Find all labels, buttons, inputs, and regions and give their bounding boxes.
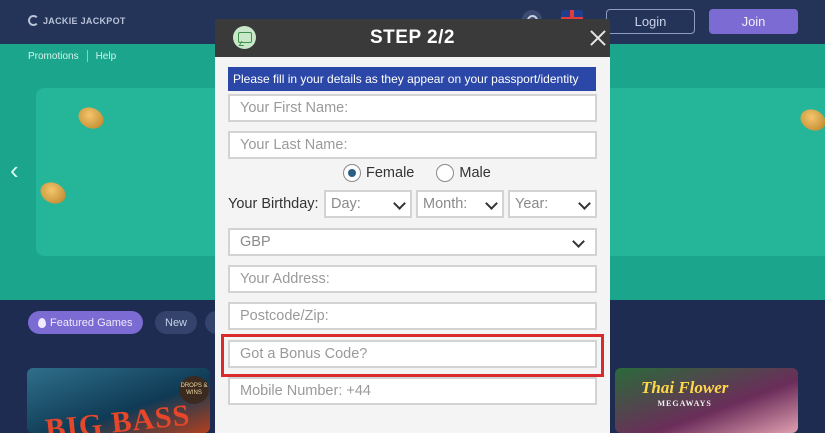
last-name-input[interactable] [228,131,597,159]
subnav-divider [86,50,88,62]
sub-navigation: Promotions Help [28,50,116,62]
game-title-big-bass: BIG BASS [43,398,192,433]
bonus-code-input[interactable] [228,340,597,368]
female-radio[interactable] [343,164,361,182]
female-label[interactable]: Female [366,165,414,181]
male-label[interactable]: Male [459,165,490,181]
male-radio[interactable] [436,164,455,182]
logo-icon [28,15,39,26]
site-logo[interactable]: JACKIE JACKPOT [28,15,126,26]
game-title-thai-flower: Thai Flower MEGAWAYS [641,378,729,412]
birthday-label: Your Birthday: [228,196,319,212]
game-tile-thai-flower[interactable]: Thai Flower MEGAWAYS [615,368,798,433]
chevron-down-icon [393,197,406,210]
day-value: Day: [331,196,361,212]
birthday-month-select[interactable]: Month: [416,190,504,218]
carousel-prev-icon[interactable]: ‹ [10,155,19,186]
gender-selector: Female Male [343,163,513,183]
currency-value: GBP [240,234,271,250]
chevron-down-icon [485,197,498,210]
info-banner: Please fill in your details as they appe… [228,67,596,91]
featured-games-label: Featured Games [50,316,133,329]
chevron-down-icon [578,197,591,210]
megaways-label: MEGAWAYS [657,399,712,408]
thai-flower-title: Thai Flower [641,378,729,397]
subnav-promotions[interactable]: Promotions [28,51,79,62]
birthday-day-select[interactable]: Day: [324,190,412,218]
flame-icon [38,317,46,328]
first-name-input[interactable] [228,94,597,122]
address-input[interactable] [228,265,597,293]
subnav-help[interactable]: Help [96,51,117,62]
birthday-year-select[interactable]: Year: [508,190,597,218]
login-button[interactable]: Login [606,9,695,34]
chevron-down-icon [572,235,585,248]
currency-select[interactable]: GBP [228,228,597,256]
year-value: Year: [515,196,549,212]
close-icon[interactable] [587,27,609,49]
logo-text: JACKIE JACKPOT [43,15,126,26]
registration-modal: STEP 2/2 Please fill in your details as … [215,19,610,433]
month-value: Month: [423,196,468,212]
postcode-input[interactable] [228,302,597,330]
new-games-chip[interactable]: New [155,311,198,334]
game-tile-big-bass[interactable]: DROPS & WINS BIG BASS [27,368,210,433]
featured-games-chip[interactable]: Featured Games [28,311,143,334]
modal-header: STEP 2/2 [215,19,610,57]
mobile-number-input[interactable] [228,377,597,405]
modal-title: STEP 2/2 [370,27,455,48]
join-button[interactable]: Join [709,9,798,34]
